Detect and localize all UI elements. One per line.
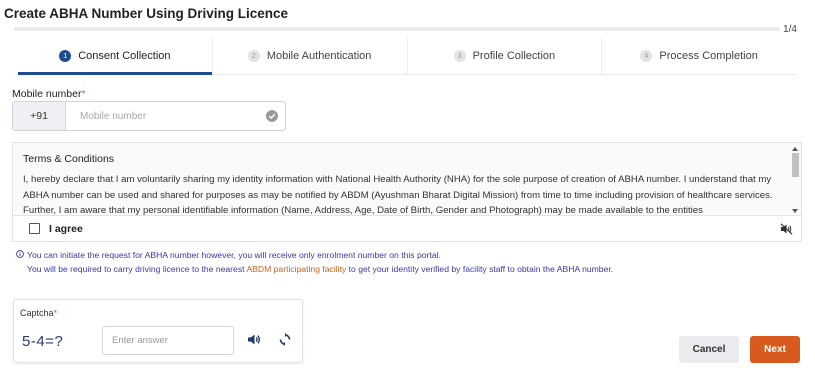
terms-title: Terms & Conditions [23,153,115,165]
required-mark: * [53,308,58,318]
info-icon [16,250,24,260]
step-mobile-authentication[interactable]: 2 Mobile Authentication [213,38,408,74]
terms-and-conditions-box: Terms & Conditions I, hereby declare tha… [12,142,802,216]
step-process-completion[interactable]: 4 Process Completion [602,38,796,74]
step-number: 1 [59,50,72,62]
mobile-number-label: Mobile number* [12,88,86,100]
agree-checkbox[interactable] [29,223,40,234]
info-text-1: You can initiate the request for ABHA nu… [27,250,441,260]
refresh-icon[interactable] [279,333,291,351]
step-label: Mobile Authentication [266,50,372,62]
step-profile-collection[interactable]: 3 Profile Collection [408,38,603,74]
country-code-prefix: +91 [13,102,66,130]
step-number: 4 [640,50,653,62]
check-circle-icon [259,102,285,130]
captcha-label: Captcha* [20,308,57,318]
mobile-number-group: +91 [12,101,286,131]
captcha-answer-input[interactable] [102,326,234,355]
terms-body: I, hereby declare that I am voluntarily … [23,174,773,216]
next-button[interactable]: Next [750,336,800,363]
speaker-mute-icon[interactable] [780,222,793,240]
cancel-button[interactable]: Cancel [679,336,739,363]
required-mark: * [81,88,86,100]
speaker-icon[interactable] [247,333,262,351]
stepper: 1 Consent Collection 2 Mobile Authentica… [18,38,796,75]
step-number: 2 [247,50,260,62]
captcha-challenge: 5-4=? [22,333,64,350]
captcha-box: Captcha* 5-4=? [13,299,303,363]
step-label: Consent Collection [78,50,171,62]
scroll-thumb[interactable] [791,153,799,177]
progress-text: 1/4 [783,24,797,35]
captcha-label-text: Captcha [20,308,54,318]
step-label: Profile Collection [472,50,556,62]
info-text-2-after: to get your identity verified by facilit… [348,264,614,274]
info-line-2: You will be required to carry driving li… [27,264,613,274]
mobile-number-input[interactable] [66,102,259,130]
agree-row: I agree [12,216,802,242]
step-consent-collection[interactable]: 1 Consent Collection [18,38,213,75]
terms-scrollbar[interactable] [791,147,799,213]
step-label: Process Completion [659,50,758,62]
agree-label[interactable]: I agree [49,223,83,235]
abdm-facility-link[interactable]: ABDM participating facility [246,264,346,274]
info-text-2-before: You will be required to carry driving li… [27,264,245,274]
scroll-down-arrow-icon[interactable] [792,209,798,213]
page-title: Create ABHA Number Using Driving Licence [4,6,289,21]
info-line-1: You can initiate the request for ABHA nu… [16,250,441,260]
step-number: 3 [453,50,466,62]
progress-bar [14,27,780,31]
scroll-up-arrow-icon[interactable] [792,147,798,151]
mobile-label-text: Mobile number [12,88,82,100]
